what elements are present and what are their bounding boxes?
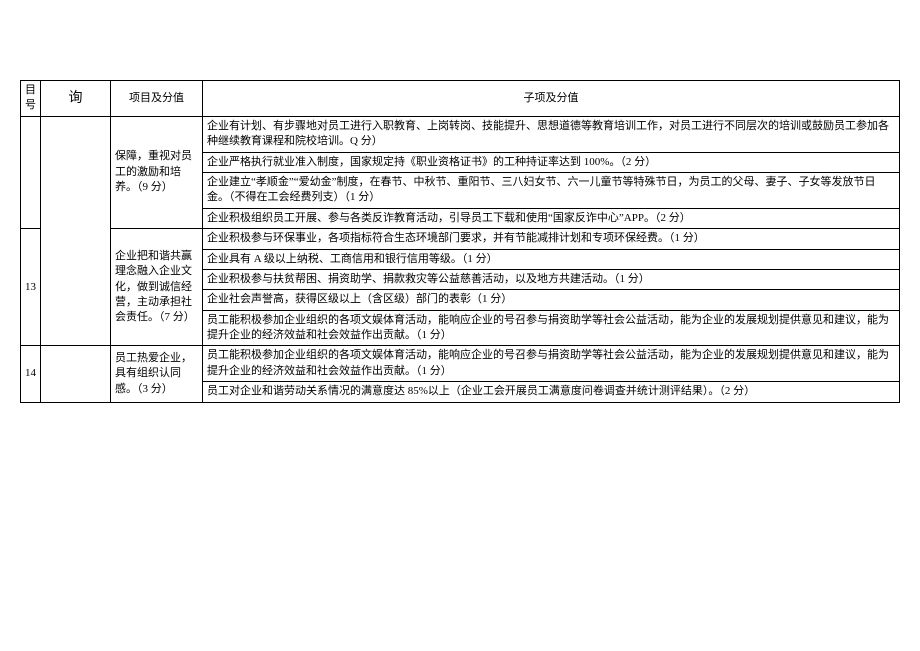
cell-sub: 企业建立“孝顺金”“爱幼金”制度，在春节、中秋节、重阳节、三八妇女节、六一儿童节… [203,172,900,208]
cell-project-first: 保障，重视对员工的激励和培养。（9 分） [111,116,203,228]
table-row: 13 企业把和谐共赢理念融入企业文化，做到诚信经营，主动承担社会责任。（7 分）… [21,229,900,249]
cell-sub: 员工能积极参加企业组织的各项文娱体育活动，能响应企业的号召参与捐资助学等社会公益… [203,346,900,382]
cell-num-14: 14 [21,346,41,402]
evaluation-table: 目号 询 项目及分值 子项及分值 保障，重视对员工的激励和培养。（9 分） 企业… [20,80,900,403]
cell-sub: 企业严格执行就业准入制度，国家规定持《职业资格证书》的工种持证率达到 100%。… [203,152,900,172]
cell-sub: 企业社会声誉高，获得区级以上（含区级）部门的表彰（1 分） [203,290,900,310]
header-query: 询 [41,81,111,117]
cell-num-13: 13 [21,229,41,346]
cell-sub: 企业积极组织员工开展、参与各类反诈教育活动，引导员工下载和使用“国家反诈中心”A… [203,208,900,228]
cell-sub: 企业具有 A 级以上纳税、工商信用和银行信用等级。（1 分） [203,249,900,269]
header-project: 项目及分值 [111,81,203,117]
cell-project-13: 企业把和谐共赢理念融入企业文化，做到诚信经营，主动承担社会责任。（7 分） [111,229,203,346]
cell-sub: 员工对企业和谐劳动关系情况的满意度达 85%以上（企业工会开展员工满意度问卷调查… [203,382,900,402]
cell-project-14: 员工热爱企业，具有组织认同感。（3 分） [111,346,203,402]
cell-query-blank [41,116,111,346]
header-sub: 子项及分值 [203,81,900,117]
header-num: 目号 [21,81,41,117]
cell-sub: 企业积极参与环保事业，各项指标符合生态环境部门要求，并有节能减排计划和专项环保经… [203,229,900,249]
table-row: 保障，重视对员工的激励和培养。（9 分） 企业有计划、有步骤地对员工进行入职教育… [21,116,900,152]
cell-sub: 企业有计划、有步骤地对员工进行入职教育、上岗转岗、技能提升、思想道德等教育培训工… [203,116,900,152]
cell-num-blank [21,116,41,228]
cell-sub: 企业积极参与扶贫帮困、捐资助学、捐款救灾等公益慈善活动，以及地方共建活动。（1 … [203,269,900,289]
header-row: 目号 询 项目及分值 子项及分值 [21,81,900,117]
table-row: 14 员工热爱企业，具有组织认同感。（3 分） 员工能积极参加企业组织的各项文娱… [21,346,900,382]
cell-query-14-blank [41,346,111,402]
cell-sub: 员工能积极参加企业组织的各项文娱体育活动，能响应企业的号召参与捐资助学等社会公益… [203,310,900,346]
